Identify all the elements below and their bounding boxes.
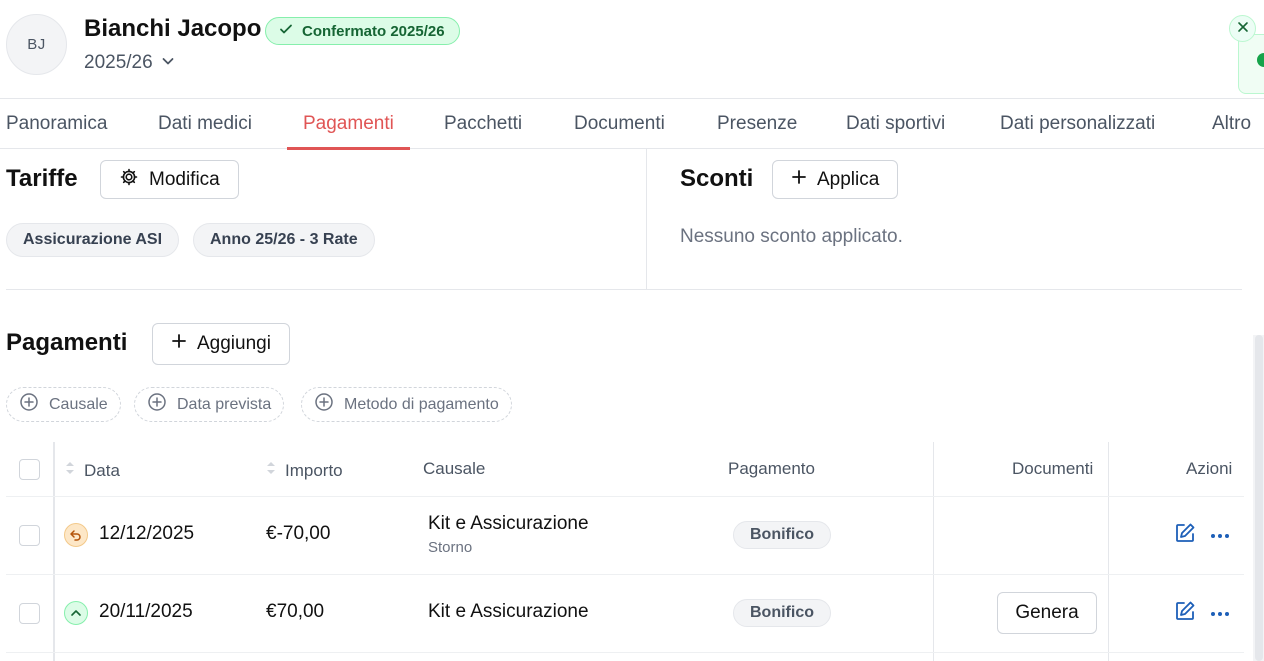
tab-dati-medici[interactable]: Dati medici — [158, 99, 252, 149]
genera-button[interactable]: Genera — [997, 592, 1097, 634]
plus-circle-icon — [147, 392, 167, 417]
column-header-importo[interactable]: Importo — [265, 459, 343, 482]
sconti-empty-text: Nessuno sconto applicato. — [680, 226, 903, 247]
tab-panoramica[interactable]: Panoramica — [6, 99, 107, 149]
tab-documenti[interactable]: Documenti — [574, 99, 665, 149]
column-header-documenti: Documenti — [1012, 459, 1094, 478]
more-actions-button[interactable] — [1208, 523, 1232, 547]
row-causale-sub: Storno — [428, 539, 473, 556]
row-divider — [6, 652, 1244, 653]
column-divider — [933, 442, 934, 661]
modifica-label: Modifica — [149, 168, 220, 190]
column-header-azioni: Azioni — [1186, 459, 1233, 478]
applica-button[interactable]: Applica — [772, 160, 899, 199]
edit-button[interactable] — [1173, 523, 1197, 547]
tab-pacchetti[interactable]: Pacchetti — [444, 99, 522, 149]
row-causale: Kit e Assicurazione — [428, 513, 589, 534]
row-date: 12/12/2025 — [99, 523, 195, 544]
payment-method-badge: Bonifico — [733, 599, 831, 627]
plus-circle-icon — [314, 392, 334, 417]
success-icon — [1257, 53, 1264, 67]
row-checkbox[interactable] — [19, 525, 40, 546]
edit-icon — [1174, 600, 1196, 627]
sort-icon — [265, 459, 277, 482]
toast-notification — [1238, 34, 1264, 94]
sconti-title: Sconti — [680, 165, 754, 192]
select-all-checkbox[interactable] — [19, 459, 40, 480]
tariffe-title: Tariffe — [6, 165, 78, 192]
more-horizontal-icon — [1210, 526, 1230, 544]
season-label: 2025/26 — [84, 52, 153, 73]
tab-pagamenti[interactable]: Pagamenti — [287, 99, 410, 150]
column-header-label: Importo — [285, 460, 343, 480]
row-amount: €70,00 — [266, 601, 325, 622]
aggiungi-label: Aggiungi — [197, 333, 271, 354]
column-divider — [1108, 442, 1109, 661]
edit-icon — [1174, 522, 1196, 549]
check-icon — [278, 21, 294, 41]
section-divider — [646, 149, 647, 290]
row-divider — [6, 496, 1244, 497]
aggiungi-button[interactable]: Aggiungi — [152, 323, 290, 365]
avatar: BJ — [6, 14, 67, 75]
more-horizontal-icon — [1210, 604, 1230, 622]
payment-method-badge: Bonifico — [733, 521, 831, 549]
storno-icon — [64, 523, 88, 547]
edit-button[interactable] — [1173, 601, 1197, 625]
row-amount: €-70,00 — [266, 523, 331, 544]
column-divider — [53, 442, 55, 661]
plus-icon — [791, 169, 807, 191]
sort-icon — [64, 459, 76, 482]
filter-label: Metodo di pagamento — [344, 395, 499, 413]
tariffa-chip: Anno 25/26 - 3 Rate — [193, 223, 375, 257]
scrollbar-thumb[interactable] — [1255, 335, 1263, 661]
filter-data-prevista[interactable]: Data prevista — [134, 387, 285, 422]
plus-circle-icon — [19, 392, 39, 417]
row-causale: Kit e Assicurazione — [428, 601, 589, 622]
column-header-pagamento: Pagamento — [728, 459, 815, 478]
season-selector[interactable]: 2025/26 — [84, 52, 175, 74]
applica-label: Applica — [817, 168, 880, 190]
tab-altro[interactable]: Altro — [1212, 99, 1251, 149]
column-header-data[interactable]: Data — [64, 459, 120, 482]
row-divider — [6, 574, 1244, 575]
athlete-name: Bianchi Jacopo — [84, 15, 262, 42]
status-badge: Confermato 2025/26 — [265, 17, 460, 45]
paid-icon — [64, 601, 88, 625]
filter-causale[interactable]: Causale — [6, 387, 121, 422]
tab-dati-personalizzati[interactable]: Dati personalizzati — [1000, 99, 1155, 149]
more-actions-button[interactable] — [1208, 601, 1232, 625]
close-toast-button[interactable] — [1229, 15, 1256, 42]
status-badge-label: Confermato 2025/26 — [302, 22, 445, 40]
filter-label: Data prevista — [177, 395, 272, 413]
column-header-label: Data — [84, 460, 120, 480]
plus-icon — [171, 333, 187, 355]
filter-label: Causale — [49, 395, 108, 413]
row-checkbox[interactable] — [19, 603, 40, 624]
modifica-button[interactable]: Modifica — [100, 160, 239, 199]
tab-dati-sportivi[interactable]: Dati sportivi — [846, 99, 945, 149]
section-divider — [6, 289, 1242, 290]
column-header-causale: Causale — [423, 459, 486, 478]
tariffa-chip: Assicurazione ASI — [6, 223, 180, 257]
gear-icon — [119, 167, 139, 193]
pagamenti-title: Pagamenti — [6, 329, 128, 356]
close-icon — [1237, 20, 1249, 38]
tab-presenze[interactable]: Presenze — [717, 99, 797, 149]
filter-metodo-pagamento[interactable]: Metodo di pagamento — [301, 387, 512, 422]
chevron-down-icon — [161, 52, 175, 74]
row-date: 20/11/2025 — [99, 601, 193, 622]
tab-bar: Panoramica Dati medici Pagamenti Pacchet… — [0, 98, 1264, 150]
